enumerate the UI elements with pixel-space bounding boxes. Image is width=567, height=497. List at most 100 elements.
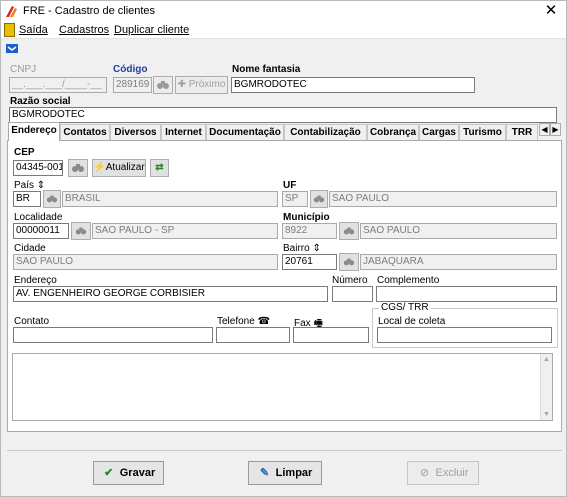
endereco-field[interactable]: AV. ENGENHEIRO GEORGE CORBISIER — [13, 286, 328, 302]
tab-turismo[interactable]: Turismo — [459, 124, 506, 140]
menu-saida[interactable]: Saída — [19, 24, 48, 36]
cgs-trr-title: CGS/ TRR — [379, 302, 431, 313]
search-municipio-button[interactable] — [339, 222, 359, 240]
tab-diversos[interactable]: Diversos — [110, 124, 161, 140]
razao-social-field[interactable]: BGMRODOTEC — [9, 107, 557, 123]
localidade-label: Localidade — [14, 212, 63, 223]
pais-label: País ⇕ — [14, 180, 46, 191]
excluir-button[interactable]: ⊘ Excluir — [407, 461, 479, 485]
numero-field[interactable] — [332, 286, 373, 302]
title-bar: FRE - Cadastro de clientes ✕ — [1, 1, 566, 21]
tab-scroll: ◀ ▶ — [539, 123, 563, 137]
tab-strip: Endereço Contatos Diversos Internet Docu… — [8, 122, 560, 141]
cidade-field: SAO PAULO — [13, 254, 278, 270]
binoculars-icon — [46, 195, 58, 203]
complemento-label: Complemento — [377, 275, 440, 286]
municipio-name-field: SAO PAULO — [360, 223, 557, 239]
refresh-button[interactable]: ⇄ — [150, 159, 169, 177]
plus-icon: ✚ — [177, 79, 186, 90]
binoculars-icon — [157, 81, 169, 89]
nome-fantasia-label: Nome fantasia — [232, 64, 301, 75]
cidade-label: Cidade — [14, 243, 46, 254]
contato-field[interactable] — [13, 327, 213, 343]
contato-label: Contato — [14, 316, 50, 327]
local-coleta-field[interactable] — [377, 327, 552, 343]
search-pais-button[interactable] — [43, 190, 61, 208]
tab-cargas[interactable]: Cargas — [419, 124, 459, 140]
lightning-icon: ⚡ — [93, 162, 106, 173]
menu-bar: Saída Cadastros Duplicar cliente — [1, 21, 566, 39]
bairro-name-field: JABAQUARA — [360, 254, 557, 270]
bairro-label: Bairro ⇕ — [283, 243, 321, 254]
tab-contatos[interactable]: Contatos — [60, 124, 110, 140]
pais-code-field[interactable]: BR — [13, 191, 41, 207]
cep-field[interactable]: 04345-001 — [13, 160, 63, 176]
window-title: FRE - Cadastro de clientes — [23, 5, 156, 17]
telefone-label: Telefone ☎ — [217, 316, 271, 327]
localidade-code-field[interactable]: 00000011 — [13, 223, 69, 239]
delete-icon: ⊘ — [419, 467, 430, 479]
tab-internet[interactable]: Internet — [161, 124, 206, 140]
phone-icon: ☎ — [257, 316, 271, 327]
close-icon[interactable]: ✕ — [542, 2, 560, 20]
nome-fantasia-field[interactable]: BGMRODOTEC — [231, 77, 475, 93]
tab-cobranca[interactable]: Cobrança — [367, 124, 419, 140]
razao-social-label: Razão social — [10, 96, 71, 107]
app-icon — [6, 6, 17, 17]
toolbar-icon[interactable] — [5, 41, 19, 55]
search-localidade-button[interactable] — [71, 222, 91, 240]
pais-name-field: BRASIL — [62, 191, 278, 207]
uf-name-field: SAO PAULO — [329, 191, 557, 207]
uf-label: UF — [283, 180, 297, 191]
excluir-label: Excluir — [435, 467, 469, 479]
codigo-label: Código — [113, 64, 148, 75]
tab-scroll-left-icon[interactable]: ◀ — [539, 123, 550, 136]
limpar-label: Limpar — [275, 467, 313, 479]
search-cep-button[interactable] — [68, 159, 88, 177]
search-codigo-button[interactable] — [153, 76, 173, 94]
limpar-button[interactable]: ✎ Limpar — [248, 461, 322, 485]
sort-icon: ⇕ — [312, 243, 321, 254]
observacoes-memo[interactable]: ▲ ▼ — [12, 353, 553, 421]
search-bairro-button[interactable] — [339, 253, 359, 271]
municipio-code-field[interactable]: 8922 — [282, 223, 337, 239]
gravar-label: Gravar — [119, 467, 156, 479]
refresh-icon: ⇄ — [155, 162, 164, 173]
check-icon: ✔ — [104, 467, 114, 479]
menu-duplicar-cliente[interactable]: Duplicar cliente — [114, 24, 189, 36]
tab-documentacao[interactable]: Documentação — [206, 124, 284, 140]
scroll-up-icon[interactable]: ▲ — [543, 356, 550, 363]
binoculars-icon — [313, 195, 325, 203]
fax-field[interactable] — [293, 327, 369, 343]
localidade-name-field: SAO PAULO - SP — [92, 223, 278, 239]
telefone-field[interactable] — [216, 327, 290, 343]
cep-label: CEP — [14, 147, 35, 158]
tab-trr[interactable]: TRR — [506, 124, 538, 140]
municipio-label: Município — [283, 212, 330, 223]
scroll-down-icon[interactable]: ▼ — [543, 411, 550, 418]
binoculars-icon — [72, 164, 84, 172]
uf-code-field[interactable]: SP — [282, 191, 308, 207]
tab-contabilizacao[interactable]: Contabilização — [284, 124, 367, 140]
footer-separator — [7, 450, 562, 451]
endereco-label: Endereço — [14, 275, 57, 286]
gravar-button[interactable]: ✔ Gravar — [93, 461, 164, 485]
footer: ✔ Gravar ✎ Limpar ⊘ Excluir — [7, 452, 562, 492]
codigo-field[interactable]: 289169 — [113, 77, 152, 93]
tab-scroll-right-icon[interactable]: ▶ — [550, 123, 561, 136]
eraser-icon: ✎ — [260, 467, 270, 479]
bairro-code-field[interactable]: 20761 — [282, 254, 337, 270]
memo-scrollbar[interactable]: ▲ ▼ — [540, 354, 552, 420]
menu-cadastros[interactable]: Cadastros — [59, 24, 109, 36]
tab-endereco[interactable]: Endereço — [8, 122, 60, 141]
proximo-button[interactable]: ✚ Próximo — [175, 76, 228, 94]
exit-icon — [4, 23, 15, 37]
atualizar-label: Atualizar — [105, 162, 145, 173]
cnpj-field[interactable]: __.___.___/____-__ — [9, 77, 107, 93]
search-uf-button[interactable] — [310, 190, 328, 208]
complemento-field[interactable] — [376, 286, 557, 302]
numero-label: Número — [332, 275, 368, 286]
atualizar-button[interactable]: ⚡Atualizar — [92, 159, 146, 177]
main-window: FRE - Cadastro de clientes ✕ Saída Cadas… — [0, 0, 567, 497]
proximo-label: Próximo — [188, 79, 226, 90]
